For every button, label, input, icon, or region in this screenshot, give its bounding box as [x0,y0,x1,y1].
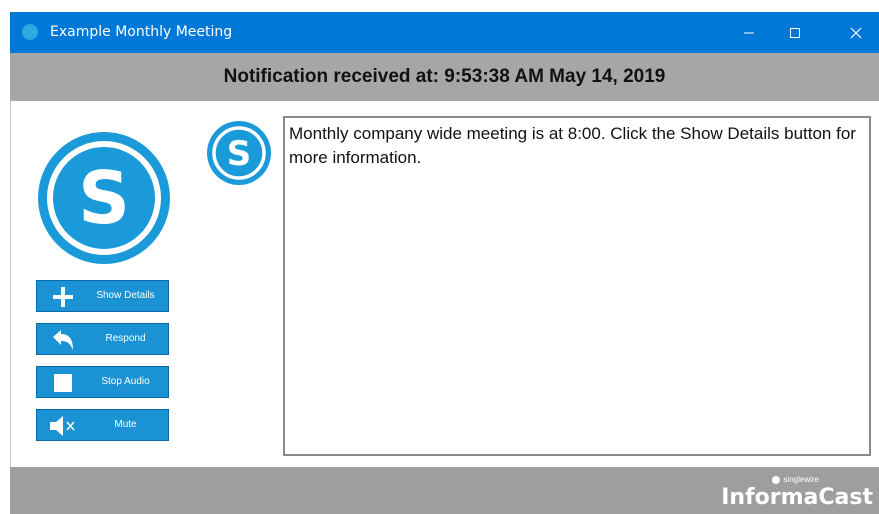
maximize-icon [790,27,800,38]
footer-bar: singlewire InformaCast [10,467,879,514]
singlewire-mini-icon [772,475,781,484]
stop-icon [43,370,83,396]
close-button[interactable] [833,12,879,53]
reply-icon [43,327,83,353]
message-logo-icon: S [207,121,271,185]
stop-audio-label: Stop Audio [101,376,150,387]
mute-button[interactable]: Mute [36,409,169,441]
title-bar: Example Monthly Meeting [10,12,879,53]
show-details-button[interactable]: Show Details [36,280,169,312]
app-icon [22,24,38,40]
notification-timestamp: Notification received at: 9:53:38 AM May… [223,66,666,87]
respond-button[interactable]: Respond [36,323,169,355]
respond-label: Respond [105,333,146,344]
speaker-mute-icon [43,413,83,439]
show-details-label: Show Details [96,290,155,301]
maximize-button[interactable] [772,12,818,53]
minimize-icon [744,32,754,33]
brand-small: singlewire [772,475,819,484]
mute-label: Mute [114,419,137,430]
window-title: Example Monthly Meeting [50,24,233,40]
svg-text:S: S [78,156,130,240]
singlewire-logo-icon: S [38,132,170,264]
message-text-area[interactable]: Monthly company wide meeting is at 8:00.… [283,116,871,456]
message-text: Monthly company wide meeting is at 8:00.… [289,124,856,167]
close-icon [850,27,862,38]
stop-audio-button[interactable]: Stop Audio [36,366,169,398]
svg-text:S: S [227,134,252,174]
brand-small-text: singlewire [783,475,819,484]
plus-icon [43,284,83,310]
brand-name: InformaCast [721,485,873,510]
minimize-button[interactable] [726,12,772,53]
notification-header: Notification received at: 9:53:38 AM May… [10,53,879,101]
divider [10,101,11,467]
